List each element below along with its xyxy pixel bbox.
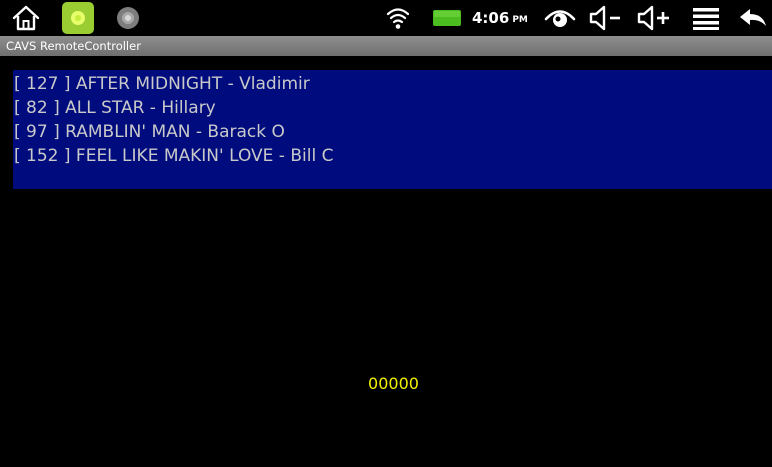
volume-down-icon[interactable] bbox=[586, 0, 626, 36]
menu-icon[interactable] bbox=[688, 0, 724, 36]
home-icon[interactable] bbox=[8, 0, 44, 36]
eye-icon[interactable] bbox=[542, 0, 578, 36]
wifi-icon bbox=[384, 0, 412, 36]
playlist-panel: [ 127 ] AFTER MIDNIGHT - Vladimir [ 82 ]… bbox=[13, 70, 772, 189]
app-title-bar: CAVS RemoteController bbox=[0, 36, 772, 56]
status-clock: 4:06 PM bbox=[472, 0, 528, 36]
clock-ampm: PM bbox=[512, 14, 528, 25]
volume-up-icon[interactable] bbox=[634, 0, 676, 36]
playlist-item[interactable]: [ 152 ] FEEL LIKE MAKIN' LOVE - Bill C bbox=[14, 144, 772, 168]
status-bar: 4:06 PM bbox=[0, 0, 772, 36]
counter-display: 00000 bbox=[368, 374, 419, 393]
clock-time: 4:06 bbox=[472, 9, 510, 27]
battery-icon bbox=[430, 0, 464, 36]
green-circle-app-icon[interactable] bbox=[60, 0, 96, 36]
playlist-item[interactable]: [ 127 ] AFTER MIDNIGHT - Vladimir bbox=[14, 72, 772, 96]
back-icon[interactable] bbox=[736, 0, 770, 36]
playlist-item[interactable]: [ 82 ] ALL STAR - Hillary bbox=[14, 96, 772, 120]
playlist-item[interactable]: [ 97 ] RAMBLIN' MAN - Barack O bbox=[14, 120, 772, 144]
app-title: CAVS RemoteController bbox=[6, 39, 141, 53]
gray-circle-app-icon[interactable] bbox=[110, 0, 146, 36]
